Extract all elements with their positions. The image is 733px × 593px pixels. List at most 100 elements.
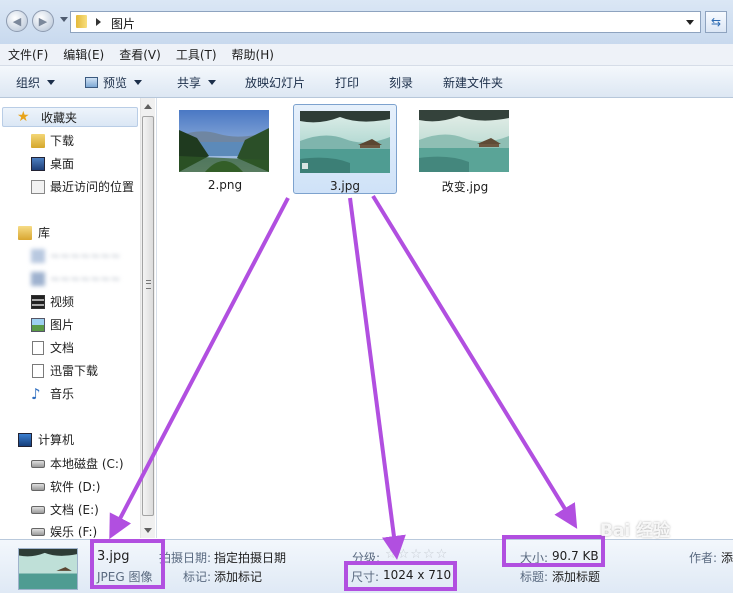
breadcrumb-current[interactable]: 图片 [111,15,135,32]
share-label: 共享 [177,76,202,90]
sidebar-item-label: 视频 [50,295,75,309]
grip-icon [146,280,151,289]
sidebar-item-downloads[interactable]: 下载 [0,131,140,151]
thumbnail-lake-image [179,110,269,172]
menu-bar: 文件(F) 编辑(E) 查看(V) 工具(T) 帮助(H) [0,44,733,66]
preview-icon [85,77,98,88]
history-dropdown-icon[interactable] [60,17,68,22]
file-name: 3.jpg [329,179,361,193]
breadcrumb-chevron-icon[interactable] [96,18,101,26]
sidebar-item-drive-d[interactable]: 软件 (D:) [0,477,140,497]
chevron-down-icon [47,80,56,85]
sidebar-item-drive-e[interactable]: 文档 (E:) [0,500,140,520]
sidebar-item-desktop[interactable]: 桌面 [0,154,140,174]
sidebar-item-music[interactable]: ♪ 音乐 [0,384,140,404]
sidebar-item-label: 文档 (E:) [50,503,99,517]
menu-help[interactable]: 帮助(H) [224,46,281,63]
forward-arrow-icon: ▶ [38,14,48,28]
share-button[interactable]: 共享 [177,74,217,91]
new-folder-button[interactable]: 新建文件夹 [443,74,503,91]
tags-value[interactable]: 添加标记 [214,568,262,585]
file-item-gaibian-jpg[interactable]: 改变.jpg [413,104,517,194]
sidebar-item-label: ~~~~~~~ [50,249,121,263]
sidebar-item-libraries[interactable]: 库 [0,223,140,243]
sidebar-item-label: 最近访问的位置 [50,180,135,194]
back-arrow-icon: ◀ [12,14,22,28]
address-bar-area: ◀ ▶ 图片 ⇆ [0,0,733,45]
file-name: 2.png [207,178,243,192]
back-button[interactable]: ◀ [6,10,28,32]
scrollbar-thumb[interactable] [142,116,154,516]
menu-edit[interactable]: 编辑(E) [55,46,111,63]
print-button[interactable]: 打印 [335,74,359,91]
desktop-icon [31,157,45,171]
thumbnail-landscape-image [419,110,509,172]
organize-label: 组织 [16,76,41,90]
sidebar-item-drive-c[interactable]: 本地磁盘 (C:) [0,454,140,474]
chevron-down-icon [208,80,217,85]
file-item-2png[interactable]: 2.png [173,104,277,194]
computer-icon [18,433,32,447]
drive-icon [31,483,45,491]
sidebar-item-label: 软件 (D:) [50,480,101,494]
author-value[interactable]: 添 [721,549,733,566]
navigation-pane: ★ 收藏夹 下载 桌面 最近访问的位置 库 ~~~~~~~ ~~~~~~~ 视频… [0,98,157,539]
chevron-down-icon [134,80,143,85]
libraries-icon [18,226,32,240]
sidebar-item-label: 库 [38,226,51,240]
file-view[interactable]: 2.png 3.jpg 改变.jpg [157,98,733,538]
tags-label: 标记: [183,570,212,584]
sidebar-item-label: ~~~~~~~ [50,272,121,286]
command-bar: 组织 预览 共享 放映幻灯片 打印 刻录 新建文件夹 [0,66,733,98]
sidebar-item-recent[interactable]: 最近访问的位置 [0,177,140,197]
thumbnail-landscape-image [300,111,390,173]
drive-icon [31,460,45,468]
preview-button[interactable]: 预览 [85,74,143,91]
details-thumbnail-image [18,548,78,590]
refresh-icon: ⇆ [710,15,722,29]
highlight-box-size [502,535,605,567]
sidebar-item-videos[interactable]: 视频 [0,292,140,312]
sidebar-item-favorites[interactable]: ★ 收藏夹 [2,107,138,127]
film-icon [31,295,45,309]
address-box[interactable]: 图片 [70,11,701,33]
preview-label: 预览 [103,76,128,90]
drive-icon [31,506,45,514]
watermark: Bai 经验 [600,521,671,541]
sidebar-item-pictures[interactable]: 图片 [0,315,140,335]
forward-button[interactable]: ▶ [32,10,54,32]
library-item-icon [31,272,45,286]
downloads-folder-icon [31,134,45,148]
sidebar-item-blurred-2[interactable]: ~~~~~~~ [0,269,140,289]
scroll-down-icon[interactable] [144,528,152,533]
burn-button[interactable]: 刻录 [389,74,413,91]
rating-stars[interactable]: ☆☆☆☆☆ [385,547,448,562]
sidebar-item-label: 桌面 [50,157,75,171]
sidebar-item-computer[interactable]: 计算机 [0,430,140,450]
sidebar-item-thunder[interactable]: 迅雷下载 [0,361,140,381]
drive-icon [31,528,45,536]
pictures-icon [31,318,45,332]
menu-tools[interactable]: 工具(T) [168,46,224,63]
file-item-3jpg[interactable]: 3.jpg [293,104,397,194]
sidebar-item-label: 本地磁盘 (C:) [50,457,124,471]
menu-view[interactable]: 查看(V) [111,46,168,63]
organize-button[interactable]: 组织 [16,74,56,91]
sidebar-scrollbar[interactable] [140,98,155,538]
title-value[interactable]: 添加标题 [552,568,600,585]
library-item-icon [31,249,45,263]
recent-places-icon [31,180,45,194]
address-dropdown-icon[interactable] [686,20,694,25]
sidebar-item-label: 文档 [50,341,75,355]
date-taken-value[interactable]: 指定拍摄日期 [214,549,286,566]
sidebar-item-label: 图片 [50,318,75,332]
menu-file[interactable]: 文件(F) [0,46,55,63]
sidebar-item-blurred-1[interactable]: ~~~~~~~ [0,246,140,266]
sidebar-item-label: 迅雷下载 [50,364,99,378]
sidebar-item-documents[interactable]: 文档 [0,338,140,358]
author-label: 作者: [689,551,718,565]
refresh-button[interactable]: ⇆ [705,11,727,33]
slideshow-button[interactable]: 放映幻灯片 [245,74,305,91]
scroll-up-icon[interactable] [144,104,152,109]
highlight-box-filename [90,539,165,589]
